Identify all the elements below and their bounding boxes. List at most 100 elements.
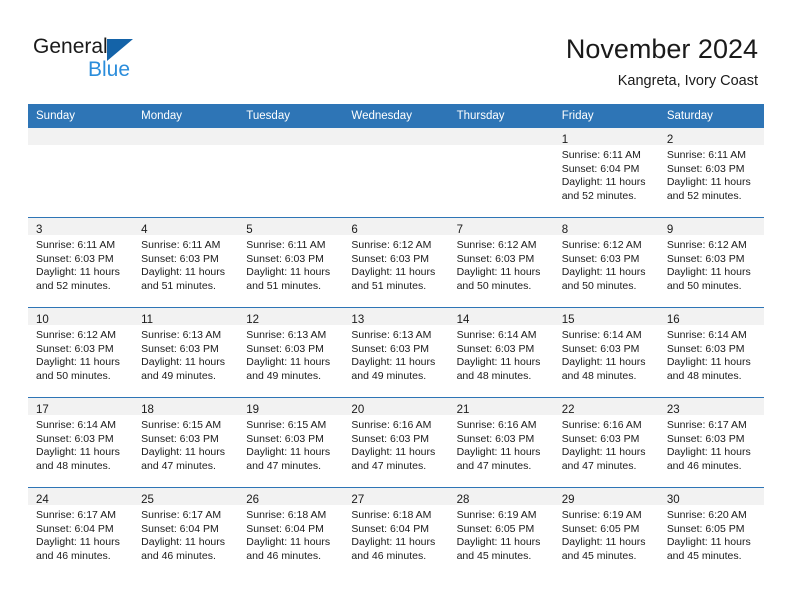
daylight-text-line2: and 46 minutes. (246, 549, 321, 562)
day-cell[interactable]: 21 Sunrise: 6:16 AM Sunset: 6:03 PM Dayligh… (448, 397, 554, 488)
day-number-bar: 16 (658, 308, 764, 326)
daylight-text-line2: and 45 minutes. (561, 549, 637, 562)
sunset-text: Sunset: 6:03 PM (666, 252, 745, 265)
day-cell[interactable]: 23 Sunrise: 6:17 AM Sunset: 6:03 PM Dayligh… (658, 397, 764, 488)
day-cell[interactable]: 22 Sunrise: 6:16 AM Sunset: 6:03 PM Dayligh… (553, 397, 659, 488)
sunset-text: Sunset: 6:03 PM (246, 252, 324, 265)
day-cell[interactable]: 2 Sunrise: 6:11 AM Sunset: 6:03 PM Daylight… (658, 127, 764, 218)
daylight-text-line2: and 45 minutes. (666, 549, 742, 562)
daylight-text-line2: and 50 minutes. (561, 279, 637, 292)
day-number-bar (448, 128, 554, 145)
column-header-saturday: Saturday (658, 104, 764, 128)
day-cell[interactable]: 13 Sunrise: 6:13 AM Sunset: 6:03 PM Dayligh… (343, 307, 449, 398)
day-details: Sunrise: 6:17 AM Sunset: 6:03 PM Daylight:… (659, 415, 764, 473)
day-number: 26 (246, 494, 260, 506)
day-details: Sunrise: 6:11 AM Sunset: 6:04 PM Daylight:… (554, 145, 659, 203)
sunrise-text: Sunrise: 6:11 AM (36, 239, 116, 251)
day-details: Sunrise: 6:12 AM Sunset: 6:03 PM Daylight:… (343, 235, 448, 293)
day-cell[interactable]: 1 Sunrise: 6:11 AM Sunset: 6:04 PM Daylight… (553, 127, 659, 218)
page-header: General Blue November 2024 Kangreta, Ivo… (0, 0, 792, 100)
sunrise-text: Sunrise: 6:14 AM (36, 419, 116, 431)
day-details: Sunrise: 6:16 AM Sunset: 6:03 PM Daylight:… (449, 415, 554, 473)
day-details: Sunrise: 6:14 AM Sunset: 6:03 PM Daylight:… (449, 325, 554, 383)
sunrise-text: Sunrise: 6:18 AM (351, 509, 432, 521)
daylight-text-line2: and 49 minutes. (246, 369, 321, 382)
day-details (343, 145, 448, 149)
day-details: Sunrise: 6:11 AM Sunset: 6:03 PM Daylight:… (238, 235, 343, 293)
sunrise-text: Sunrise: 6:19 AM (456, 509, 537, 521)
daylight-text-line1: Daylight: 11 hours (456, 266, 541, 279)
day-cell[interactable]: 25 Sunrise: 6:17 AM Sunset: 6:04 PM Dayligh… (133, 487, 239, 577)
sunset-text: Sunset: 6:03 PM (36, 342, 114, 355)
calendar-page: General Blue November 2024 Kangreta, Ivo… (0, 0, 792, 612)
day-number: 28 (456, 494, 470, 506)
day-cell[interactable]: 12 Sunrise: 6:13 AM Sunset: 6:03 PM Dayligh… (238, 307, 344, 398)
day-details (238, 145, 343, 149)
day-number-bar: 12 (238, 308, 344, 326)
sunset-text: Sunset: 6:03 PM (36, 252, 114, 265)
sunset-text: Sunset: 6:03 PM (141, 432, 219, 445)
day-number: 30 (666, 494, 680, 506)
day-details: Sunrise: 6:12 AM Sunset: 6:03 PM Daylight:… (449, 235, 554, 293)
day-details: Sunrise: 6:14 AM Sunset: 6:03 PM Daylight:… (28, 415, 133, 473)
day-cell[interactable]: 5 Sunrise: 6:11 AM Sunset: 6:03 PM Daylight… (238, 217, 344, 308)
sunset-text: Sunset: 6:03 PM (36, 432, 114, 445)
day-cell[interactable]: 20 Sunrise: 6:16 AM Sunset: 6:03 PM Dayligh… (343, 397, 449, 488)
day-cell[interactable]: 27 Sunrise: 6:18 AM Sunset: 6:04 PM Dayligh… (343, 487, 449, 577)
day-details: Sunrise: 6:18 AM Sunset: 6:04 PM Daylight:… (238, 505, 343, 563)
day-cell[interactable]: 8 Sunrise: 6:12 AM Sunset: 6:03 PM Daylight… (553, 217, 659, 308)
day-number: 7 (456, 224, 463, 236)
sunrise-text: Sunrise: 6:11 AM (666, 149, 747, 161)
day-number: 2 (666, 134, 674, 146)
day-number: 11 (141, 314, 154, 326)
day-details: Sunrise: 6:11 AM Sunset: 6:03 PM Daylight:… (28, 235, 133, 293)
title-block: November 2024 Kangreta, Ivory Coast (566, 33, 758, 90)
sunrise-text: Sunrise: 6:17 AM (36, 509, 116, 521)
day-cell[interactable]: 24 Sunrise: 6:17 AM Sunset: 6:04 PM Dayligh… (28, 487, 134, 577)
daylight-text-line1: Daylight: 11 hours (141, 266, 225, 279)
day-number-bar: 25 (133, 488, 239, 506)
daylight-text-line2: and 47 minutes. (561, 459, 637, 472)
sunset-text: Sunset: 6:03 PM (456, 432, 535, 445)
day-cell[interactable]: 19 Sunrise: 6:15 AM Sunset: 6:03 PM Dayligh… (238, 397, 344, 488)
sunset-text: Sunset: 6:03 PM (141, 342, 219, 355)
day-cell[interactable]: 10 Sunrise: 6:12 AM Sunset: 6:03 PM Dayligh… (28, 307, 134, 398)
day-details: Sunrise: 6:14 AM Sunset: 6:03 PM Daylight:… (554, 325, 659, 383)
day-cell[interactable]: 11 Sunrise: 6:13 AM Sunset: 6:03 PM Dayligh… (133, 307, 239, 398)
sunrise-text: Sunrise: 6:15 AM (141, 419, 222, 431)
day-number-bar: 8 (553, 218, 659, 236)
day-number-bar: 22 (553, 398, 659, 416)
day-cell[interactable]: 17 Sunrise: 6:14 AM Sunset: 6:03 PM Dayligh… (28, 397, 134, 488)
sunset-text: Sunset: 6:03 PM (246, 342, 324, 355)
day-details: Sunrise: 6:12 AM Sunset: 6:03 PM Daylight:… (554, 235, 659, 293)
general-blue-logo[interactable]: General Blue (33, 35, 233, 85)
day-number: 15 (561, 314, 575, 326)
sunset-text: Sunset: 6:03 PM (351, 432, 430, 445)
day-number-bar (133, 128, 239, 145)
day-cell[interactable]: 26 Sunrise: 6:18 AM Sunset: 6:04 PM Dayligh… (238, 487, 344, 577)
day-cell[interactable]: 7 Sunrise: 6:12 AM Sunset: 6:03 PM Daylight… (448, 217, 554, 308)
sunset-text: Sunset: 6:05 PM (666, 522, 745, 535)
day-number: 6 (351, 224, 358, 236)
day-details: Sunrise: 6:14 AM Sunset: 6:03 PM Daylight:… (659, 325, 764, 383)
sunset-text: Sunset: 6:04 PM (36, 522, 114, 535)
day-cell[interactable]: 9 Sunrise: 6:12 AM Sunset: 6:03 PM Daylight… (658, 217, 764, 308)
day-cell[interactable]: 18 Sunrise: 6:15 AM Sunset: 6:03 PM Dayligh… (133, 397, 239, 488)
calendar-week-row: 24 Sunrise: 6:17 AM Sunset: 6:04 PM Dayligh… (28, 487, 764, 577)
day-cell[interactable]: 6 Sunrise: 6:12 AM Sunset: 6:03 PM Daylight… (343, 217, 449, 308)
sunset-text: Sunset: 6:04 PM (141, 522, 219, 535)
day-cell[interactable]: 30 Sunrise: 6:20 AM Sunset: 6:05 PM Dayligh… (658, 487, 764, 577)
day-cell[interactable]: 14 Sunrise: 6:14 AM Sunset: 6:03 PM Dayligh… (448, 307, 554, 398)
sunset-text: Sunset: 6:03 PM (561, 252, 640, 265)
day-cell[interactable]: 4 Sunrise: 6:11 AM Sunset: 6:03 PM Daylight… (133, 217, 239, 308)
daylight-text-line1: Daylight: 11 hours (456, 356, 541, 369)
day-number-bar: 23 (658, 398, 764, 416)
day-cell[interactable]: 28 Sunrise: 6:19 AM Sunset: 6:05 PM Dayligh… (448, 487, 554, 577)
calendar-week-row: 10 Sunrise: 6:12 AM Sunset: 6:03 PM Dayligh… (28, 307, 764, 398)
day-cell[interactable]: 16 Sunrise: 6:14 AM Sunset: 6:03 PM Dayligh… (658, 307, 764, 398)
calendar-grid: Sunday Monday Tuesday Wednesday Thursday… (28, 104, 764, 577)
day-cell[interactable]: 3 Sunrise: 6:11 AM Sunset: 6:03 PM Daylight… (28, 217, 134, 308)
day-cell[interactable]: 15 Sunrise: 6:14 AM Sunset: 6:03 PM Dayligh… (553, 307, 659, 398)
day-cell[interactable]: 29 Sunrise: 6:19 AM Sunset: 6:05 PM Dayligh… (553, 487, 659, 577)
column-header-monday: Monday (133, 104, 239, 128)
